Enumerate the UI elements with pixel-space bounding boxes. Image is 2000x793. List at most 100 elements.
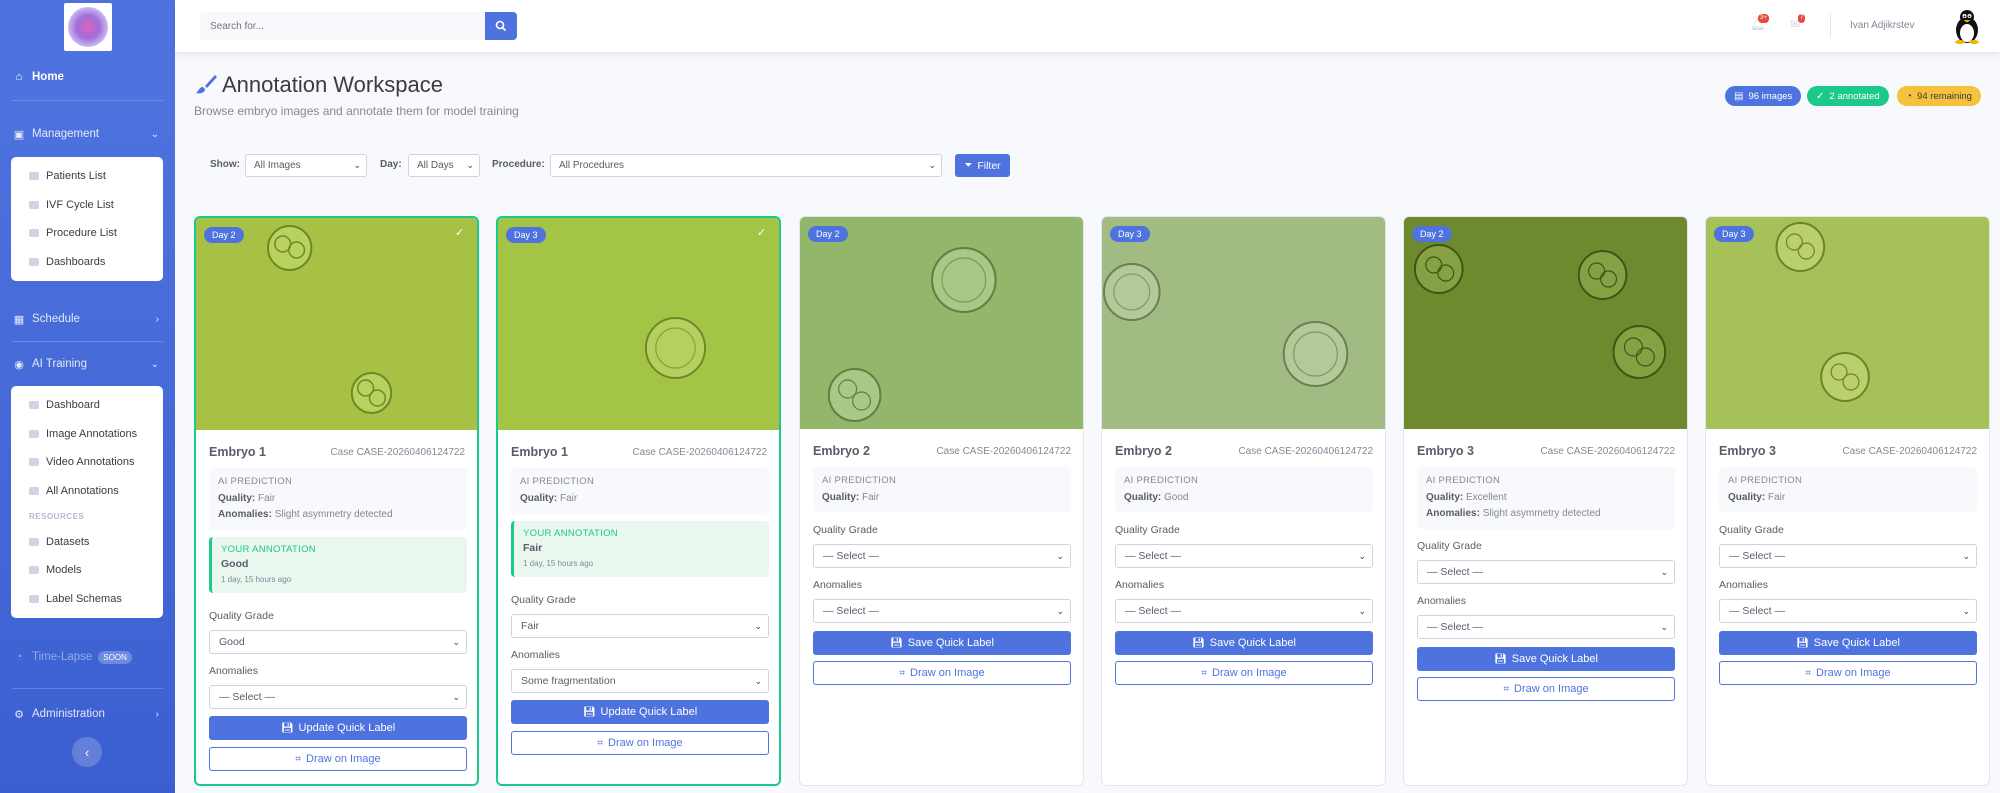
embryo-image[interactable] bbox=[1102, 217, 1385, 429]
quality-grade-select[interactable]: Good ⌄ bbox=[209, 630, 467, 654]
check-icon: ✓ bbox=[757, 227, 767, 239]
embryo-image[interactable] bbox=[1404, 217, 1687, 429]
anomalies-select[interactable]: — Select — ⌄ bbox=[1417, 615, 1675, 639]
update-quick-label-button[interactable]: 💾︎ Update Quick Label bbox=[209, 716, 467, 740]
alerts-badge: 3+ bbox=[1758, 14, 1769, 23]
case-id: Case CASE-20260406124722 bbox=[936, 446, 1071, 457]
save-quick-label-button[interactable]: 💾︎ Save Quick Label bbox=[1719, 631, 1977, 655]
calendar-icon: ▦ bbox=[13, 313, 25, 326]
day-select[interactable]: All Days ⌄ bbox=[408, 154, 480, 177]
draw-on-image-button[interactable]: ⌗ Draw on Image bbox=[1719, 661, 1977, 685]
draw-on-image-button[interactable]: ⌗ Draw on Image bbox=[511, 731, 769, 755]
draw-on-image-button[interactable]: ⌗ Draw on Image bbox=[1115, 661, 1373, 685]
chevron-down-icon: ⌄ bbox=[928, 160, 936, 170]
list-icon bbox=[29, 200, 39, 209]
embryo-image[interactable] bbox=[1706, 217, 1989, 429]
quality-grade-select[interactable]: — Select — ⌄ bbox=[813, 544, 1071, 568]
draw-on-image-button[interactable]: ⌗ Draw on Image bbox=[1417, 677, 1675, 701]
anomalies-label: Anomalies bbox=[1115, 579, 1165, 591]
filter-button[interactable]: ⏷ Filter bbox=[955, 154, 1010, 177]
procedure-select[interactable]: All Procedures ⌄ bbox=[550, 154, 942, 177]
day-badge: Day 2 bbox=[204, 227, 244, 243]
resources-header: RESOURCES bbox=[29, 511, 85, 521]
anomalies-label: Anomalies bbox=[1719, 579, 1769, 591]
anomalies-select[interactable]: — Select — ⌄ bbox=[209, 685, 467, 709]
sidebar-toggle-button[interactable]: ‹ bbox=[72, 737, 102, 767]
draw-icon: ⌗ bbox=[1201, 667, 1208, 679]
chevron-down-icon: ⌄ bbox=[466, 160, 474, 170]
anomalies-label: Anomalies bbox=[813, 579, 863, 591]
sidebar-item-dashboards[interactable]: Dashboards bbox=[11, 248, 163, 277]
ai-prediction-box: AI PREDICTION Quality: Fair bbox=[1719, 467, 1977, 512]
avatar[interactable] bbox=[1950, 8, 1984, 44]
save-quick-label-button[interactable]: 💾︎ Save Quick Label bbox=[1417, 647, 1675, 671]
embryo-name: Embryo 2 bbox=[1115, 444, 1172, 458]
alerts-button[interactable]: 🔔︎ 3+ bbox=[1750, 14, 1769, 31]
app-logo bbox=[63, 3, 112, 51]
clock-icon: ◔ bbox=[1906, 90, 1913, 102]
sidebar-item-home[interactable]: ⌂ Home bbox=[0, 62, 175, 92]
quality-grade-select[interactable]: — Select — ⌄ bbox=[1417, 560, 1675, 584]
search-button[interactable] bbox=[485, 12, 517, 40]
case-id: Case CASE-20260406124722 bbox=[1540, 446, 1675, 457]
embryo-card: Day 2 Embryo 3 Case CASE-20260406124722 … bbox=[1403, 216, 1688, 786]
show-select[interactable]: All Images ⌄ bbox=[245, 154, 367, 177]
user-name[interactable]: Ivan Adjikrstev bbox=[1850, 20, 1914, 31]
embryo-image[interactable] bbox=[800, 217, 1083, 429]
draw-on-image-button[interactable]: ⌗ Draw on Image bbox=[209, 747, 467, 771]
sidebar-item-procedures[interactable]: Procedure List bbox=[11, 219, 163, 248]
draw-icon: ⌗ bbox=[1503, 683, 1510, 695]
anomalies-select[interactable]: — Select — ⌄ bbox=[1115, 599, 1373, 623]
users-icon bbox=[29, 172, 39, 181]
topbar: 🔔︎ 3+ ✉ 7 Ivan Adjikrstev ⇥ bbox=[175, 0, 2000, 52]
quality-grade-select[interactable]: Fair ⌄ bbox=[511, 614, 769, 638]
sidebar-item-ai-training[interactable]: ◉ AI Training ⌄ bbox=[0, 349, 175, 379]
embryo-name: Embryo 3 bbox=[1719, 444, 1776, 458]
quality-grade-select[interactable]: — Select — ⌄ bbox=[1719, 544, 1977, 568]
sidebar-item-patients[interactable]: Patients List bbox=[11, 162, 163, 191]
embryo-image[interactable] bbox=[196, 218, 477, 430]
save-icon: 💾︎ bbox=[280, 722, 294, 734]
sidebar-item-image-annotations[interactable]: Image Annotations bbox=[11, 420, 163, 449]
sidebar-item-video-annotations[interactable]: Video Annotations bbox=[11, 448, 163, 477]
update-quick-label-button[interactable]: 💾︎ Update Quick Label bbox=[511, 700, 769, 724]
day-label: Day: bbox=[380, 159, 402, 170]
anomalies-select[interactable]: — Select — ⌄ bbox=[813, 599, 1071, 623]
search-input[interactable] bbox=[200, 12, 492, 40]
anomalies-label: Anomalies bbox=[1417, 595, 1467, 607]
anomalies-select[interactable]: Some fragmentation ⌄ bbox=[511, 669, 769, 693]
chevron-down-icon: ⌄ bbox=[353, 160, 361, 170]
save-quick-label-button[interactable]: 💾︎ Save Quick Label bbox=[813, 631, 1071, 655]
page-title: Annotation Workspace bbox=[222, 72, 443, 97]
embryo-image[interactable] bbox=[498, 218, 779, 430]
chevron-down-icon: ⌄ bbox=[150, 128, 159, 140]
sidebar-item-ai-dashboard[interactable]: Dashboard bbox=[11, 391, 163, 420]
sidebar-item-schedule[interactable]: ▦ Schedule › bbox=[0, 304, 175, 334]
sidebar-item-models[interactable]: Models bbox=[11, 556, 163, 585]
draw-icon: ⌗ bbox=[295, 753, 302, 765]
sidebar-item-timelapse: ◔ Time-Lapse SOON bbox=[0, 642, 175, 672]
case-id: Case CASE-20260406124722 bbox=[330, 447, 465, 458]
messages-button[interactable]: ✉ 7 bbox=[1790, 14, 1806, 31]
sidebar-item-datasets[interactable]: Datasets bbox=[11, 527, 163, 556]
sidebar-item-label-schemas[interactable]: Label Schemas bbox=[11, 585, 163, 614]
your-annotation-box: YOUR ANNOTATION Fair 1 day, 15 hours ago bbox=[511, 521, 769, 577]
chevron-down-icon: ⌄ bbox=[1660, 566, 1668, 577]
quality-grade-label: Quality Grade bbox=[813, 524, 878, 536]
brand[interactable] bbox=[0, 0, 175, 52]
draw-on-image-button[interactable]: ⌗ Draw on Image bbox=[813, 661, 1071, 685]
anomalies-select[interactable]: — Select — ⌄ bbox=[1719, 599, 1977, 623]
cube-icon bbox=[29, 566, 39, 575]
quality-grade-label: Quality Grade bbox=[511, 594, 576, 606]
save-quick-label-button[interactable]: 💾︎ Save Quick Label bbox=[1115, 631, 1373, 655]
anomalies-label: Anomalies bbox=[209, 665, 259, 677]
sidebar-item-administration[interactable]: ⚙ Administration › bbox=[0, 699, 175, 729]
sidebar-item-ivf-cycles[interactable]: IVF Cycle List bbox=[11, 191, 163, 220]
annotated-count-badge: ✓ 2 annotated bbox=[1807, 86, 1889, 106]
quality-grade-select[interactable]: — Select — ⌄ bbox=[1115, 544, 1373, 568]
filter-icon: ⏷ bbox=[964, 160, 973, 171]
sidebar-item-all-annotations[interactable]: All Annotations bbox=[11, 477, 163, 506]
sidebar-item-management[interactable]: ▣ Management ⌄ bbox=[0, 119, 175, 149]
case-id: Case CASE-20260406124722 bbox=[1238, 446, 1373, 457]
video-icon bbox=[29, 458, 39, 467]
